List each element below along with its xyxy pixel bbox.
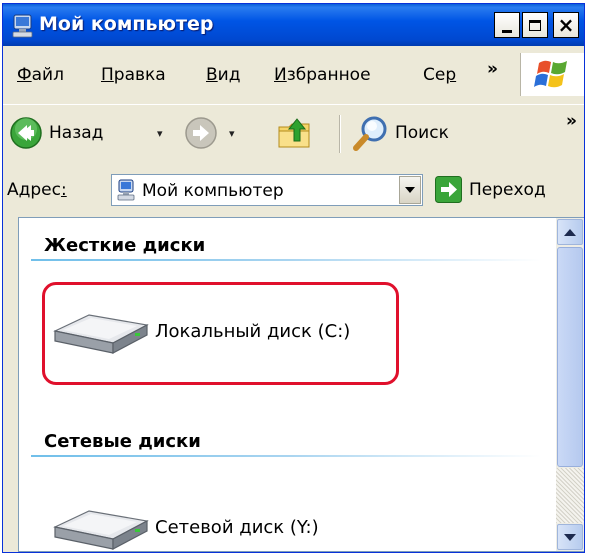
menu-favorites-accel: И	[274, 65, 287, 85]
close-button[interactable]: ×	[553, 12, 579, 38]
maximize-button[interactable]	[522, 12, 548, 38]
menu-edit-label: равка	[113, 65, 166, 85]
back-button-label[interactable]: Назад	[49, 123, 103, 143]
menu-service-accel: р	[445, 65, 457, 85]
search-icon[interactable]	[351, 113, 391, 153]
arrow-up-icon	[564, 228, 576, 236]
standard-toolbar: Назад ▾ ▾ Поиск »	[3, 104, 584, 163]
menu-view-accel: В	[206, 65, 218, 85]
minimize-button[interactable]	[494, 12, 520, 38]
menu-edit[interactable]: Правка	[101, 65, 166, 85]
file-list-pane: Жесткие диски Локальный диск (C:) Сетевы…	[18, 217, 584, 552]
highlight-annotation	[42, 282, 399, 385]
address-label-accel: :	[60, 180, 67, 200]
explorer-window: Мой компьютер × Файл Правка Вид Избранно…	[2, 3, 585, 553]
group-header-network-drives: Сетевые диски	[44, 431, 201, 452]
scroll-thumb[interactable]	[557, 247, 583, 467]
network-drive-icon	[53, 510, 149, 550]
windows-flag-icon	[534, 60, 567, 87]
scroll-track[interactable]	[556, 468, 584, 523]
address-dropdown-button[interactable]	[399, 176, 421, 204]
menu-service[interactable]: Сер	[423, 65, 456, 85]
forward-arrow-icon[interactable]	[184, 116, 218, 150]
my-computer-icon	[117, 179, 135, 201]
address-label: Адрес:	[7, 180, 67, 200]
window-title: Мой компьютер	[39, 13, 214, 35]
minimize-icon	[502, 29, 512, 33]
maximize-icon	[529, 19, 541, 31]
menu-favorites-label: збранное	[286, 65, 371, 85]
group-divider	[31, 259, 541, 261]
windows-logo	[520, 53, 584, 96]
vertical-scrollbar[interactable]	[556, 218, 584, 551]
toolbar-separator	[339, 115, 341, 153]
forward-history-dropdown[interactable]: ▾	[229, 127, 235, 140]
menu-file-accel: Ф	[17, 65, 32, 85]
menu-overflow-chevron[interactable]: »	[487, 59, 498, 79]
menu-file[interactable]: Файл	[17, 65, 64, 85]
drive-label-network-y: Сетевой диск (Y:)	[155, 517, 319, 538]
title-bar[interactable]: Мой компьютер ×	[3, 4, 584, 46]
toolbar-overflow-chevron[interactable]: »	[566, 111, 577, 131]
address-input[interactable]: Мой компьютер	[111, 174, 423, 206]
back-arrow-icon[interactable]	[9, 116, 43, 150]
go-arrow-icon[interactable]	[435, 176, 462, 203]
scroll-down-button[interactable]	[557, 524, 583, 550]
go-button-label[interactable]: Переход	[469, 180, 546, 200]
menu-favorites[interactable]: Избранное	[274, 65, 371, 85]
menu-file-label: айл	[31, 65, 64, 85]
menu-view[interactable]: Вид	[206, 65, 240, 85]
folder-up-icon[interactable]	[275, 113, 315, 153]
address-bar: Адрес: Мой компьютер Переход	[3, 169, 584, 211]
drive-item-network-y[interactable]: Сетевой диск (Y:)	[49, 505, 389, 551]
menu-view-label: ид	[217, 65, 241, 85]
arrow-down-icon	[564, 533, 576, 541]
address-label-text: Адрес	[7, 180, 61, 200]
group-divider	[31, 455, 541, 457]
scroll-up-button[interactable]	[557, 219, 583, 245]
menu-service-label: Се	[423, 65, 446, 85]
menu-bar: Файл Правка Вид Избранное Сер »	[3, 53, 517, 96]
my-computer-icon	[12, 14, 33, 38]
chevron-down-icon	[405, 187, 415, 193]
close-icon: ×	[557, 13, 575, 37]
group-header-hard-drives: Жесткие диски	[44, 235, 206, 256]
address-value: Мой компьютер	[142, 181, 284, 201]
menu-edit-accel: П	[101, 65, 114, 85]
back-history-dropdown[interactable]: ▾	[157, 127, 163, 140]
search-button-label[interactable]: Поиск	[395, 123, 449, 143]
